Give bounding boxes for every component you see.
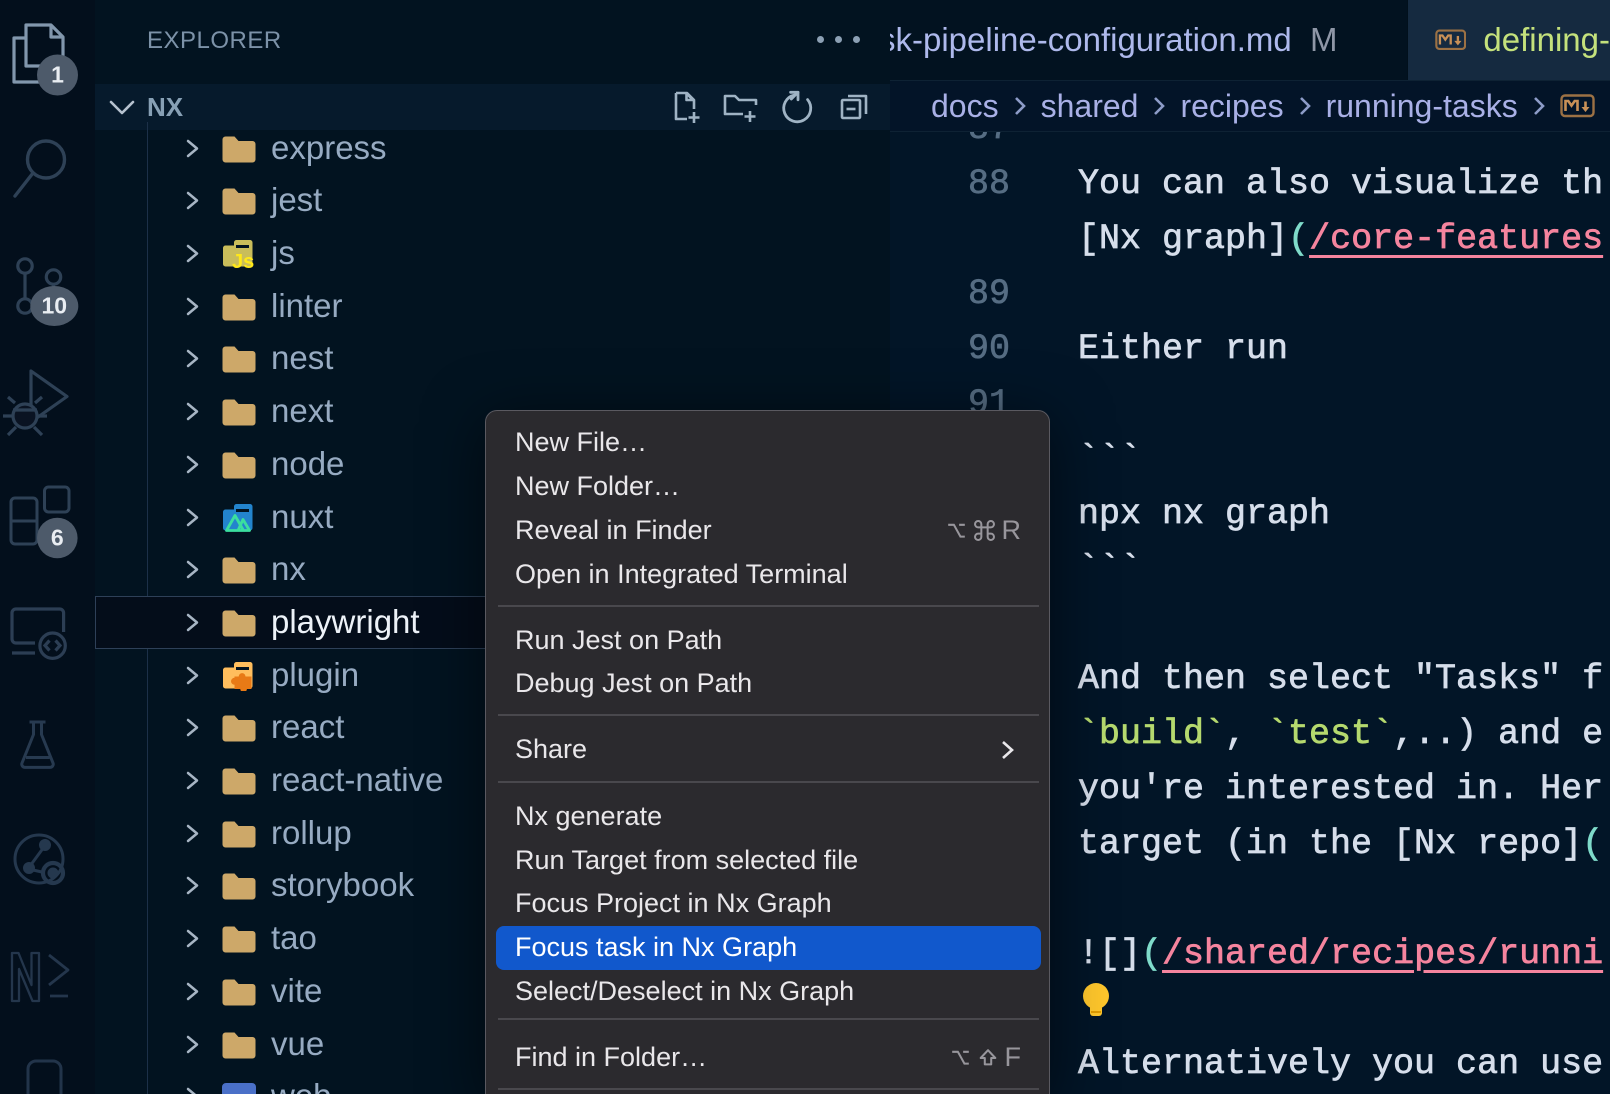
svg-text:6: 6 — [51, 525, 64, 551]
svg-text:1: 1 — [51, 62, 64, 88]
svg-text:10: 10 — [42, 293, 68, 319]
